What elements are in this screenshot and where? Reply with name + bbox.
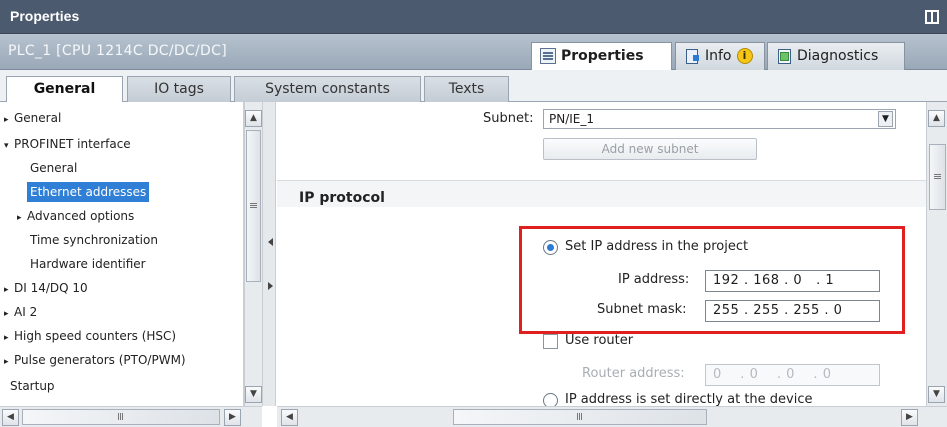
nav-item-advanced-options[interactable]: ▸ Advanced options [17,206,134,226]
nav-item-label: General [30,161,78,175]
collapse-arrow-icon[interactable]: ▾ [4,136,14,156]
scroll-up-icon[interactable]: ▲ [245,110,262,127]
nav-item-label: Time synchronization [30,233,158,247]
content-vertical-scrollbar[interactable]: ▲ ▼ [926,102,947,406]
content-hscroll-thumb[interactable] [453,409,707,425]
nav-tree: ▸ General ▾ PROFINET interface General Eth… [0,102,244,406]
tab-info-label: Info [705,48,732,64]
collapse-left-icon[interactable] [268,238,273,246]
chevron-down-icon[interactable]: ▼ [878,111,893,127]
title-bar: Properties [0,0,947,34]
nav-item-ai[interactable]: ▸ AI 2 [4,302,37,322]
nav-item-time-synchronization[interactable]: Time synchronization [30,230,158,250]
nav-item-general[interactable]: ▸ General [4,108,61,128]
nav-item-label: AI 2 [14,305,38,319]
expand-arrow-icon[interactable]: ▸ [4,110,14,130]
highlight-box [519,226,905,334]
scroll-down-icon[interactable]: ▼ [245,386,262,403]
set-at-device-label: IP address is set directly at the device [565,392,813,406]
subnet-select[interactable]: PN/IE_1 ▼ [543,109,896,129]
expand-arrow-icon[interactable]: ▸ [4,280,14,300]
nav-item-profinet-interface[interactable]: ▾ PROFINET interface [4,134,131,154]
panel-splitter[interactable] [262,102,276,406]
nav-hscroll-thumb[interactable] [22,409,220,425]
tab-io-tags[interactable]: IO tags [127,76,231,102]
pin-icon[interactable] [925,10,939,24]
tab-info[interactable]: Info i [675,42,765,70]
scroll-right-icon[interactable]: ▶ [224,409,241,426]
use-router-checkbox[interactable] [543,334,558,349]
set-at-device-radio[interactable] [543,393,558,406]
nav-item-hsc[interactable]: ▸ High speed counters (HSC) [4,326,176,346]
properties-icon [540,48,556,64]
nav-item-label: Hardware identifier [30,257,146,271]
nav-scroll-thumb[interactable] [246,130,261,282]
tab-properties[interactable]: Properties [531,42,672,71]
scrollbar-corner [926,406,947,427]
nav-item-hardware-identifier[interactable]: Hardware identifier [30,254,146,274]
router-address-input[interactable]: 0 . 0 . 0 . 0 [705,364,880,386]
nav-horizontal-scrollbar[interactable]: ◀ ▶ [0,406,262,427]
section-tab-bar: General IO tags System constants Texts [0,70,947,103]
add-new-subnet-button[interactable]: Add new subnet [543,138,757,160]
nav-item-label: Advanced options [27,209,135,223]
nav-item-di-dq[interactable]: ▸ DI 14/DQ 10 [4,278,88,298]
nav-item-label: High speed counters (HSC) [14,329,177,343]
expand-arrow-icon[interactable]: ▸ [4,328,14,348]
nav-vertical-scrollbar[interactable]: ▲ ▼ [244,102,262,406]
ip-protocol-heading: IP protocol [299,190,385,206]
expand-arrow-icon[interactable]: ▸ [4,304,14,324]
scroll-right-icon[interactable]: ▶ [901,409,918,426]
router-address-label: Router address: [582,366,685,381]
tab-properties-label: Properties [561,48,644,64]
diagnostics-icon [776,48,792,64]
nav-item-label: General [14,111,62,125]
content-horizontal-scrollbar[interactable]: ◀ ▶ [277,406,926,427]
nav-item-pulse-generators[interactable]: ▸ Pulse generators (PTO/PWM) [4,350,186,370]
object-name: PLC_1 [CPU 1214C DC/DC/DC] [8,43,227,59]
nav-item-label: PROFINET interface [14,137,131,151]
nav-item-profinet-general[interactable]: General [30,158,77,178]
tab-texts[interactable]: Texts [424,76,509,102]
collapse-right-icon[interactable] [268,282,273,290]
nav-item-label: DI 14/DQ 10 [14,281,88,295]
scroll-left-icon[interactable]: ◀ [2,409,19,426]
window-title: Properties [10,8,80,24]
nav-item-ethernet-addresses[interactable]: Ethernet addresses [27,182,150,202]
expand-arrow-icon[interactable]: ▸ [17,208,27,228]
nav-item-label: Pulse generators (PTO/PWM) [14,353,186,367]
nav-item-label: Ethernet addresses [30,185,147,199]
content-scroll-thumb[interactable] [929,144,946,210]
nav-item-label: Startup [10,379,55,393]
scroll-down-icon[interactable]: ▼ [928,386,945,403]
subnet-label: Subnet: [483,111,534,126]
expand-arrow-icon[interactable]: ▸ [4,352,14,372]
tab-diagnostics[interactable]: Diagnostics [767,42,905,70]
object-header: PLC_1 [CPU 1214C DC/DC/DC] Properties In… [0,34,947,71]
tab-system-constants[interactable]: System constants [234,76,421,102]
subnet-value: PN/IE_1 [549,112,595,126]
tab-general[interactable]: General [6,76,123,103]
info-icon [684,48,700,64]
nav-item-startup[interactable]: Startup [10,376,55,396]
scroll-up-icon[interactable]: ▲ [928,110,945,127]
warning-icon: i [736,48,753,64]
use-router-label: Use router [565,333,634,348]
scroll-left-icon[interactable]: ◀ [281,409,298,426]
tab-diagnostics-label: Diagnostics [797,48,879,64]
